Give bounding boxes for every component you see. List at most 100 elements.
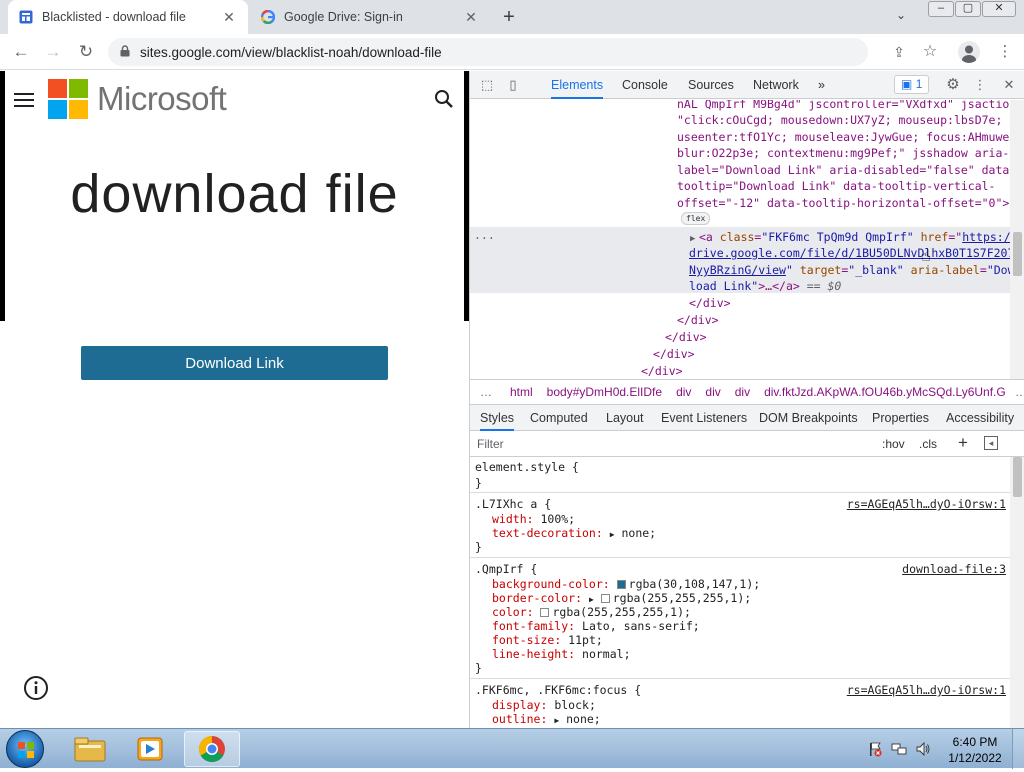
- tab-network[interactable]: Network: [753, 71, 799, 99]
- drive-link[interactable]: drive.google.com/file/d/1BU50DLNvDlhxB0T…: [689, 246, 1021, 260]
- breadcrumb-item[interactable]: html: [510, 385, 533, 399]
- breadcrumb-item[interactable]: body#yDmH0d.ElIDfe: [547, 385, 662, 399]
- network-icon[interactable]: [891, 741, 907, 757]
- rule-source-link[interactable]: rs=AGEqA5lh…dyO-iOrsw:1: [847, 683, 1006, 697]
- color-swatch[interactable]: [540, 608, 550, 617]
- tab-search-chevron-icon[interactable]: ⌄: [896, 8, 906, 22]
- tab-elements[interactable]: Elements: [551, 71, 604, 99]
- flex-badge[interactable]: flex: [681, 212, 711, 225]
- tab-event-listeners[interactable]: Event Listeners: [661, 405, 747, 431]
- chrome-menu-icon[interactable]: ⋮: [994, 41, 1016, 63]
- close-tab-icon[interactable]: ✕: [462, 9, 480, 26]
- minimize-button[interactable]: –: [928, 1, 954, 17]
- microsoft-squares-icon: [48, 79, 88, 119]
- style-property[interactable]: outline: ▶ none;: [492, 712, 601, 728]
- volume-icon[interactable]: [915, 741, 931, 757]
- more-tabs-chevron-icon[interactable]: »: [818, 71, 825, 99]
- back-arrow-icon[interactable]: ←: [10, 41, 32, 63]
- rule-selector[interactable]: .QmpIrf {: [475, 562, 537, 576]
- forward-arrow-icon[interactable]: →: [42, 41, 64, 63]
- rule-close: }: [475, 661, 482, 675]
- selected-line-2: drive.google.com/file/d/1BU50DLNvDlhxB0T…: [689, 245, 1021, 262]
- style-property[interactable]: width: 100%;: [492, 512, 575, 526]
- action-center-flag-icon[interactable]: [867, 741, 883, 757]
- rule-selector[interactable]: .L7IXhc a {: [475, 497, 551, 511]
- inspect-element-icon[interactable]: ⬚: [479, 77, 495, 93]
- show-desktop-button[interactable]: [1012, 729, 1024, 769]
- style-property[interactable]: display: block;: [492, 698, 596, 712]
- device-toolbar-icon[interactable]: ▯: [505, 77, 521, 93]
- share-icon[interactable]: ⇪: [888, 41, 910, 63]
- color-swatch[interactable]: [616, 580, 626, 589]
- devtools-menu-icon[interactable]: ⋮: [972, 77, 988, 93]
- message-icon: ▣: [901, 77, 913, 91]
- tab-accessibility[interactable]: Accessibility: [946, 405, 1014, 431]
- code-line: offset="-12" data-tooltip-horizontal-off…: [677, 196, 1010, 210]
- style-property[interactable]: font-family: Lato, sans-serif;: [492, 619, 700, 633]
- reload-icon[interactable]: ↻: [75, 41, 97, 63]
- settings-gear-icon[interactable]: ⚙: [945, 77, 961, 93]
- rule-selector[interactable]: .FKF6mc, .FKF6mc:focus {: [475, 683, 641, 697]
- tab-title: Blacklisted - download file: [42, 10, 186, 24]
- styles-scrollbar[interactable]: [1010, 457, 1024, 728]
- rule-source-link[interactable]: download-file:3: [902, 562, 1006, 576]
- chrome-taskbar-icon[interactable]: [184, 731, 240, 767]
- tab-blacklisted[interactable]: Blacklisted - download file ✕: [8, 0, 248, 34]
- breadcrumb-item[interactable]: div: [676, 385, 691, 399]
- style-property[interactable]: background-color: rgba(30,108,147,1);: [492, 577, 760, 591]
- breadcrumb-item[interactable]: …: [480, 385, 492, 399]
- media-player-taskbar-icon[interactable]: [122, 731, 178, 767]
- cls-toggle[interactable]: .cls: [919, 437, 937, 451]
- toggle-sidebar-icon[interactable]: ◂: [984, 436, 998, 450]
- breadcrumb-item[interactable]: div: [735, 385, 750, 399]
- issues-badge[interactable]: ▣ 1: [894, 75, 930, 94]
- rule-source-link[interactable]: rs=AGEqA5lh…dyO-iOrsw:1: [847, 497, 1006, 511]
- tab-dom-breakpoints[interactable]: DOM Breakpoints: [759, 405, 858, 431]
- tab-google-drive[interactable]: Google Drive: Sign-in ✕: [250, 0, 490, 34]
- address-bar[interactable]: sites.google.com/view/blacklist-noah/dow…: [108, 38, 868, 66]
- style-property[interactable]: font-size: 11pt;: [492, 633, 603, 647]
- style-property[interactable]: text-decoration: ▶ none;: [492, 526, 656, 542]
- search-icon[interactable]: [434, 89, 454, 112]
- code-line: blur:O22p3e; contextmenu:mg9Pef;" jsshad…: [677, 146, 1010, 160]
- styles-filter-input[interactable]: Filter: [477, 437, 504, 451]
- tab-layout[interactable]: Layout: [606, 405, 644, 431]
- system-clock[interactable]: 6:40 PM 1/12/2022: [944, 734, 1006, 766]
- file-explorer-taskbar-icon[interactable]: [62, 731, 118, 767]
- new-style-rule-icon[interactable]: +: [958, 433, 968, 453]
- breadcrumb-item[interactable]: div: [705, 385, 720, 399]
- info-icon[interactable]: [23, 675, 49, 704]
- close-devtools-icon[interactable]: ✕: [1001, 77, 1017, 93]
- rule-selector[interactable]: element.style {: [475, 460, 579, 474]
- code-line: nAL QmpIrf M9Bg4d" jscontroller="VXdfxd"…: [677, 100, 1024, 111]
- windows-start-button[interactable]: [6, 730, 44, 768]
- profile-avatar[interactable]: [958, 41, 980, 63]
- restore-button[interactable]: ▢: [955, 1, 981, 17]
- close-tab-icon[interactable]: ✕: [220, 9, 238, 26]
- row-ellipsis[interactable]: ···: [474, 230, 495, 247]
- breadcrumb-item[interactable]: div.fktJzd.AKpWA.fOU46b.yMcSQd.Ly6Unf.G: [764, 385, 1006, 399]
- new-tab-button[interactable]: +: [498, 6, 520, 28]
- tab-computed[interactable]: Computed: [530, 405, 588, 431]
- hov-toggle[interactable]: :hov: [882, 437, 905, 451]
- rule-close: }: [475, 540, 482, 554]
- bookmark-star-icon[interactable]: ☆: [919, 41, 941, 63]
- page-title: download file: [70, 164, 399, 224]
- style-property[interactable]: color: rgba(255,255,255,1);: [492, 605, 691, 619]
- style-property[interactable]: line-height: normal;: [492, 647, 631, 661]
- browser-toolbar: ← → ↻ sites.google.com/view/blacklist-no…: [0, 34, 1024, 70]
- sites-favicon-icon: [18, 9, 34, 25]
- dom-breadcrumb: … html body#yDmH0d.ElIDfe div div div di…: [470, 379, 1024, 405]
- tab-console[interactable]: Console: [622, 71, 668, 99]
- breadcrumb-item[interactable]: …: [1011, 385, 1024, 399]
- elements-tree: nAL QmpIrf M9Bg4d" jscontroller="VXdfxd"…: [470, 100, 1024, 379]
- tab-properties[interactable]: Properties: [872, 405, 929, 431]
- style-rule: .L7IXhc a { rs=AGEqA5lh…dyO-iOrsw:1 widt…: [470, 493, 1010, 558]
- close-window-button[interactable]: ✕: [982, 1, 1016, 17]
- hamburger-menu-icon[interactable]: [14, 93, 34, 107]
- tab-styles[interactable]: Styles: [480, 405, 515, 431]
- elements-scrollbar[interactable]: [1010, 100, 1024, 379]
- tab-sources[interactable]: Sources: [688, 71, 734, 99]
- color-swatch[interactable]: [600, 594, 610, 603]
- download-link-button[interactable]: Download Link: [81, 346, 388, 380]
